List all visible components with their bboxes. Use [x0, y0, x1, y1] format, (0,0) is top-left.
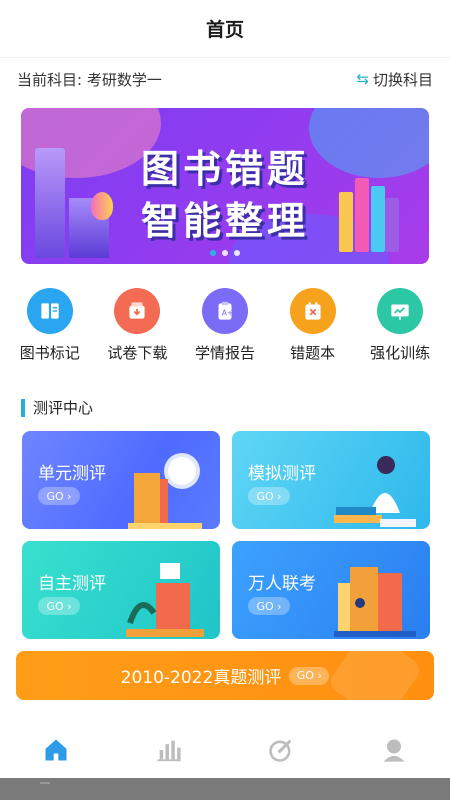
- carousel-dot[interactable]: [234, 250, 240, 256]
- go-button[interactable]: GO ›: [38, 487, 80, 505]
- card-title: 单元测评: [38, 464, 106, 484]
- reading-girl-illustration: [334, 456, 416, 527]
- feature-shortcuts: 图书标记 试卷下载 A+ 学情报告 错题本 强化训练: [0, 264, 450, 363]
- switch-subject-label: 切换科目: [372, 70, 433, 89]
- feature-intensive-training[interactable]: 强化训练: [360, 288, 440, 363]
- assessment-card-mock[interactable]: 模拟测评 GO ›: [232, 431, 430, 529]
- switch-subject-button[interactable]: ⇆ 切换科目: [356, 69, 433, 90]
- tab-home[interactable]: [26, 736, 86, 764]
- feature-label: 学情报告: [194, 344, 255, 362]
- stats-icon: [157, 740, 181, 762]
- card-title: 模拟测评: [248, 464, 316, 484]
- report-icon: A+: [201, 288, 248, 334]
- card-title: 万人联考: [248, 574, 316, 594]
- bottom-tab-bar: [0, 722, 450, 778]
- assessment-cards: 单元测评 GO › 模拟测评 GO › 自主测评 GO › 万人联考 GO ›: [22, 431, 430, 639]
- home-icon: [45, 739, 67, 761]
- wrong-book-icon: [289, 288, 336, 334]
- real-exam-label: 2010-2022真题测评: [120, 668, 282, 688]
- banner-decor: [326, 651, 424, 700]
- go-button[interactable]: GO ›: [248, 597, 290, 615]
- carousel-indicator: [21, 250, 429, 256]
- feature-wrong-book[interactable]: 错题本: [273, 288, 353, 363]
- section-accent-bar: [21, 398, 25, 417]
- page-title: 首页: [205, 19, 244, 41]
- feature-book-mark[interactable]: 图书标记: [10, 288, 90, 363]
- book-mark-icon: [26, 288, 73, 334]
- carousel-dot[interactable]: [222, 250, 228, 256]
- home-indicator: [40, 782, 50, 784]
- tab-statistics[interactable]: [139, 736, 199, 764]
- system-home-bar: [0, 778, 450, 800]
- feature-learning-report[interactable]: A+ 学情报告: [185, 288, 265, 363]
- go-button[interactable]: GO ›: [38, 597, 80, 615]
- assessment-card-joint-exam[interactable]: 万人联考 GO ›: [232, 541, 430, 639]
- tab-profile[interactable]: [364, 736, 424, 764]
- svg-text:A+: A+: [222, 308, 234, 317]
- feature-label: 试卷下载: [107, 344, 168, 362]
- swap-arrows-icon: ⇆: [356, 70, 369, 88]
- banner-headline-line2: 智能整理: [140, 199, 309, 243]
- assessment-card-unit[interactable]: 单元测评 GO ›: [22, 431, 220, 529]
- banner-headline-line1: 图书错题: [140, 147, 309, 191]
- student-books-illustration: [128, 453, 202, 529]
- carousel-dot[interactable]: [210, 250, 216, 256]
- section-title: 测评中心: [33, 399, 94, 417]
- tab-practice[interactable]: [251, 736, 311, 764]
- profile-icon: [383, 739, 405, 762]
- feature-label: 图书标记: [19, 344, 80, 362]
- feature-paper-download[interactable]: 试卷下载: [97, 288, 177, 363]
- real-exam-banner[interactable]: 2010-2022真题测评 GO ›: [16, 651, 434, 700]
- section-header: 测评中心: [21, 397, 429, 418]
- feature-label: 强化训练: [370, 344, 431, 362]
- top-header: 首页: [0, 0, 450, 58]
- go-button[interactable]: GO ›: [248, 487, 290, 505]
- go-button[interactable]: GO ›: [289, 666, 330, 685]
- feature-label: 错题本: [290, 344, 336, 362]
- download-icon: [114, 288, 161, 334]
- calendar-books-illustration: [126, 563, 204, 637]
- giant-books-illustration: [334, 567, 416, 637]
- card-title: 自主测评: [38, 574, 106, 594]
- edit-icon: [269, 739, 292, 762]
- promo-banner[interactable]: 图书错题 智能整理: [21, 108, 429, 264]
- current-subject-label: 当前科目: 考研数学一: [17, 70, 162, 89]
- training-icon: [377, 288, 424, 334]
- subject-bar: 当前科目: 考研数学一 ⇆ 切换科目: [0, 58, 450, 100]
- assessment-card-self[interactable]: 自主测评 GO ›: [22, 541, 220, 639]
